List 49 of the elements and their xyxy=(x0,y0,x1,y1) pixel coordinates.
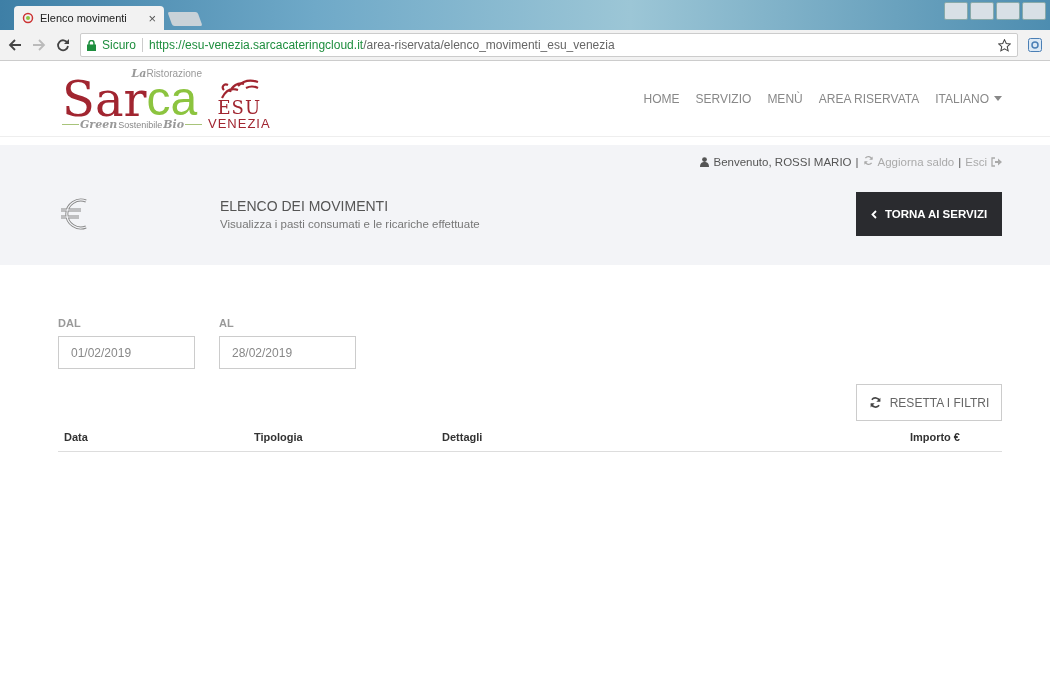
lock-icon xyxy=(87,39,96,51)
logo-script-text: La xyxy=(131,66,147,80)
separator-text: | xyxy=(958,155,962,168)
nav-link[interactable]: HOME xyxy=(643,91,680,106)
column-header: Data xyxy=(64,431,88,443)
logo-city-text: VENEZIA xyxy=(208,115,271,131)
date-label: DAL xyxy=(58,317,82,329)
separator-text: | xyxy=(855,155,859,168)
star-icon[interactable] xyxy=(998,38,1011,52)
new-tab-button[interactable] xyxy=(167,12,203,26)
refresh-icon xyxy=(862,155,874,166)
close-icon[interactable]: × xyxy=(148,10,156,26)
column-header: Tipologia xyxy=(254,431,303,443)
date-field[interactable]: 28/02/2019 xyxy=(219,336,356,369)
nav-link[interactable]: AREA RISERVATA xyxy=(818,91,920,106)
language-dropdown[interactable]: ITALIANO xyxy=(935,91,1002,106)
site-favicon-icon xyxy=(22,12,34,24)
chevron-icon xyxy=(870,209,877,219)
forward-arrow-icon[interactable] xyxy=(32,38,46,52)
date-field[interactable]: 01/02/2019 xyxy=(58,336,195,369)
logout-icon xyxy=(991,156,1002,167)
welcome-text: Benvenuto, ROSSI MARIO xyxy=(713,155,852,168)
column-header: Dettagli xyxy=(442,431,483,443)
extension-icon[interactable] xyxy=(1028,38,1042,52)
date-label: AL xyxy=(219,317,235,329)
back-arrow-icon[interactable] xyxy=(8,38,22,52)
url-text: https://esu-venezia.sarcacateringcloud.it/area-riservata/elenco_movimenti_esu_venezia xyxy=(149,38,615,52)
browser-tab[interactable]: Elenco movimenti × xyxy=(14,6,164,30)
reload-icon[interactable] xyxy=(56,38,70,52)
secure-label: Sicuro xyxy=(102,38,136,52)
logo-esu-text: ESU xyxy=(217,99,262,116)
user-icon xyxy=(700,156,710,167)
reset-filters-button[interactable]: RESETTA I FILTRI xyxy=(856,384,1002,421)
caret-icon xyxy=(994,96,1002,101)
refresh-icon xyxy=(868,396,882,409)
page-subtitle: Visualizza i pasti consumati e le ricariche effettuate xyxy=(220,218,481,230)
logo-tagline-word: Green xyxy=(79,117,118,131)
logo-subtitle: Ristorazione xyxy=(146,67,202,79)
column-header: Importo € xyxy=(909,431,960,443)
logo-tagline-word: Bio xyxy=(163,117,184,131)
nav-link[interactable]: MENÙ xyxy=(767,91,803,106)
logout-link[interactable]: Esci xyxy=(965,155,987,168)
refresh-balance-link[interactable]: Aggiorna saldo xyxy=(877,155,955,168)
page-title: ELENCO DEI MOVIMENTI xyxy=(220,198,390,214)
back-button[interactable]: TORNA AI SERVIZI xyxy=(856,192,1002,236)
tab-title: Elenco movimenti xyxy=(40,12,128,24)
address-bar[interactable]: Sicuro https://esu-venezia.sarcacateringcloud.it/area-riservata/elenco_movimenti_esu_venezia xyxy=(80,33,1018,57)
logo-tagline-word: Sostenibile xyxy=(118,119,163,130)
nav-link[interactable]: SERVIZIO xyxy=(695,91,752,106)
